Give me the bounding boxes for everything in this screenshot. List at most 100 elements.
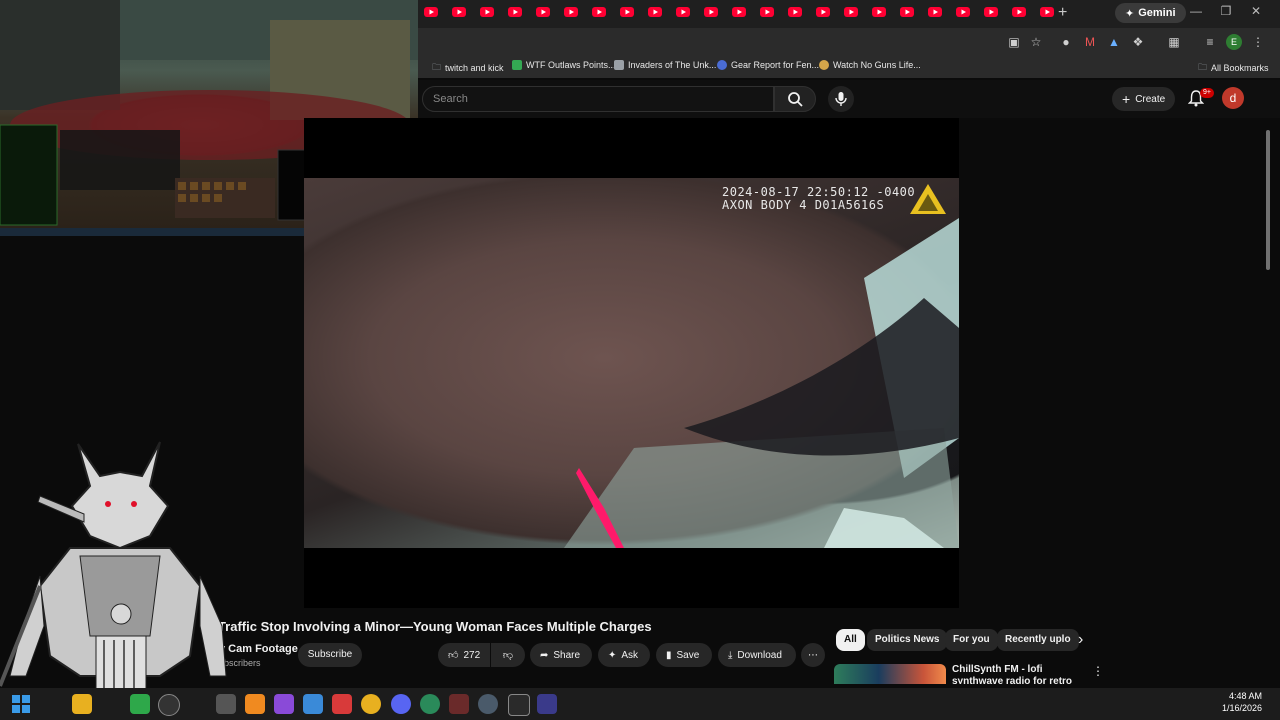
browser-tab-strip: + ✦ Gemini — ❐ ✕ — [418, 0, 1280, 28]
more-actions-button[interactable]: ⋯ — [801, 643, 825, 667]
chip-all[interactable]: All — [836, 629, 865, 651]
green-app-icon[interactable] — [420, 694, 440, 714]
share-button[interactable]: ➦ Share — [530, 643, 592, 667]
notepad-icon[interactable] — [508, 694, 530, 716]
gemini-sparkle-icon: ✦ — [1125, 7, 1135, 20]
browser-tab-youtube[interactable] — [956, 7, 970, 19]
game-app-icon[interactable] — [449, 694, 469, 714]
steam-icon[interactable] — [158, 694, 180, 716]
browser-tab-youtube[interactable] — [592, 7, 606, 19]
chip-for-you[interactable]: For you — [945, 629, 998, 651]
dislike-button[interactable]: 👎︎ — [491, 643, 525, 667]
bookmark-invaders[interactable]: Invaders of The Unk... — [614, 60, 716, 70]
account-avatar[interactable]: d — [1222, 87, 1244, 109]
browser-tab-youtube[interactable] — [1040, 7, 1054, 19]
like-button[interactable]: 👍︎ 272 — [438, 643, 490, 667]
bookmark-label: twitch and kick — [445, 63, 504, 73]
all-bookmarks-label: All Bookmarks — [1211, 63, 1269, 73]
recommendation-menu-icon[interactable]: ⋮ — [1092, 664, 1104, 678]
browser-tab-youtube[interactable] — [900, 7, 914, 19]
windows-start-icon[interactable] — [12, 695, 30, 713]
browser-tab-youtube[interactable] — [788, 7, 802, 19]
browser-tab-youtube[interactable] — [760, 7, 774, 19]
browser-menu-icon[interactable]: ⋮ — [1250, 34, 1266, 50]
browser-tab-youtube[interactable] — [816, 7, 830, 19]
ask-button[interactable]: ✦ Ask — [598, 643, 650, 667]
browser-tab-youtube[interactable] — [480, 7, 494, 19]
download-icon: ⤓ — [728, 649, 733, 661]
bookmark-twitch-and-kick[interactable]: 🗀 twitch and kick — [432, 60, 504, 76]
download-label: Download — [737, 649, 782, 661]
browser-tab-youtube[interactable] — [564, 7, 578, 19]
chip-politics-news[interactable]: Politics News — [867, 629, 948, 651]
extension-ghost-icon[interactable]: ● — [1058, 34, 1074, 50]
restore-window-button[interactable]: ❐ — [1211, 4, 1241, 18]
red-app-icon[interactable] — [332, 694, 352, 714]
file-explorer-icon[interactable] — [72, 694, 92, 714]
browser-tab-youtube[interactable] — [1012, 7, 1026, 19]
extension-puzzle-blue-icon[interactable]: ▲ — [1106, 34, 1122, 50]
tab-search-icon[interactable]: ▦ — [1166, 34, 1182, 50]
search-button[interactable] — [774, 86, 816, 112]
bookmark-label: Invaders of The Unk... — [628, 60, 717, 70]
all-bookmarks-button[interactable]: 🗀 All Bookmarks — [1198, 60, 1269, 76]
extension-m-icon[interactable]: M — [1082, 34, 1098, 50]
youtube-favicon-icon — [984, 7, 998, 17]
recommendation-thumbnail[interactable] — [834, 664, 946, 684]
xbox-app-icon[interactable] — [130, 694, 150, 714]
new-tab-button[interactable]: + — [1058, 4, 1067, 22]
browser-tab-youtube[interactable] — [620, 7, 634, 19]
browser-tab-youtube[interactable] — [704, 7, 718, 19]
youtube-favicon-icon — [704, 7, 718, 17]
chrome-icon[interactable] — [361, 694, 381, 714]
browser-tab-youtube[interactable] — [872, 7, 886, 19]
youtube-favicon-icon — [424, 7, 438, 17]
browser-tab-youtube[interactable] — [648, 7, 662, 19]
bookmark-label: Watch No Guns Life... — [833, 60, 921, 70]
chips-next-icon[interactable]: › — [1078, 631, 1083, 649]
minimize-window-button[interactable]: — — [1181, 4, 1211, 18]
gemini-button[interactable]: ✦ Gemini — [1115, 3, 1186, 23]
install-app-icon[interactable]: ▣ — [1006, 34, 1022, 50]
browser-tab-youtube[interactable] — [424, 7, 438, 19]
ask-label: Ask — [621, 649, 639, 661]
browser-tab-youtube[interactable] — [676, 7, 690, 19]
bookmark-no-guns-life[interactable]: Watch No Guns Life... — [819, 60, 921, 70]
scrollbar-thumb[interactable] — [1266, 130, 1270, 270]
bookmark-gear-report[interactable]: Gear Report for Fen... — [717, 60, 819, 70]
bookmark-star-icon[interactable]: ☆ — [1028, 34, 1044, 50]
youtube-favicon-icon — [676, 7, 690, 17]
taskbar-clock[interactable]: 4:48 AM 1/16/2026 — [1214, 690, 1262, 714]
voice-search-button[interactable] — [828, 86, 854, 112]
browser-tab-youtube[interactable] — [844, 7, 858, 19]
browser-tab-youtube[interactable] — [452, 7, 466, 19]
browser-tab-youtube[interactable] — [984, 7, 998, 19]
purple-app-icon[interactable] — [274, 694, 294, 714]
browser-tab-youtube[interactable] — [508, 7, 522, 19]
browser-tab-youtube[interactable] — [536, 7, 550, 19]
windows-taskbar — [0, 688, 1280, 720]
vlc-icon[interactable] — [245, 694, 265, 714]
chip-recently-uploaded[interactable]: Recently uplo — [997, 629, 1079, 651]
bookmark-wtf-outlaws[interactable]: WTF Outlaws Points... — [512, 60, 616, 70]
youtube-favicon-icon — [760, 7, 774, 17]
recommendation-title[interactable]: ChillSynth FM - lofi synthwave radio for… — [952, 664, 1092, 684]
thumbs-up-icon: 👍︎ — [448, 650, 459, 661]
app-icon[interactable] — [216, 694, 236, 714]
close-window-button[interactable]: ✕ — [1241, 4, 1271, 18]
extensions-puzzle-icon[interactable]: ❖ — [1130, 34, 1146, 50]
create-button[interactable]: + Create — [1112, 87, 1176, 111]
active-app-icon[interactable] — [537, 694, 557, 714]
profile-avatar[interactable]: E — [1226, 34, 1242, 50]
browser-tab-youtube[interactable] — [928, 7, 942, 19]
browser-tab-youtube[interactable] — [732, 7, 746, 19]
search-input[interactable]: Search — [422, 86, 774, 112]
subscribe-button[interactable]: Subscribe — [298, 643, 362, 667]
download-button[interactable]: ⤓ Download — [718, 643, 796, 667]
settings-icon[interactable] — [478, 694, 498, 714]
folder-icon: 🗀 — [432, 62, 442, 72]
save-button[interactable]: ▮ Save — [656, 643, 712, 667]
media-control-icon[interactable]: ≡ — [1202, 34, 1218, 50]
blue-app-icon[interactable] — [303, 694, 323, 714]
discord-icon[interactable] — [391, 694, 411, 714]
